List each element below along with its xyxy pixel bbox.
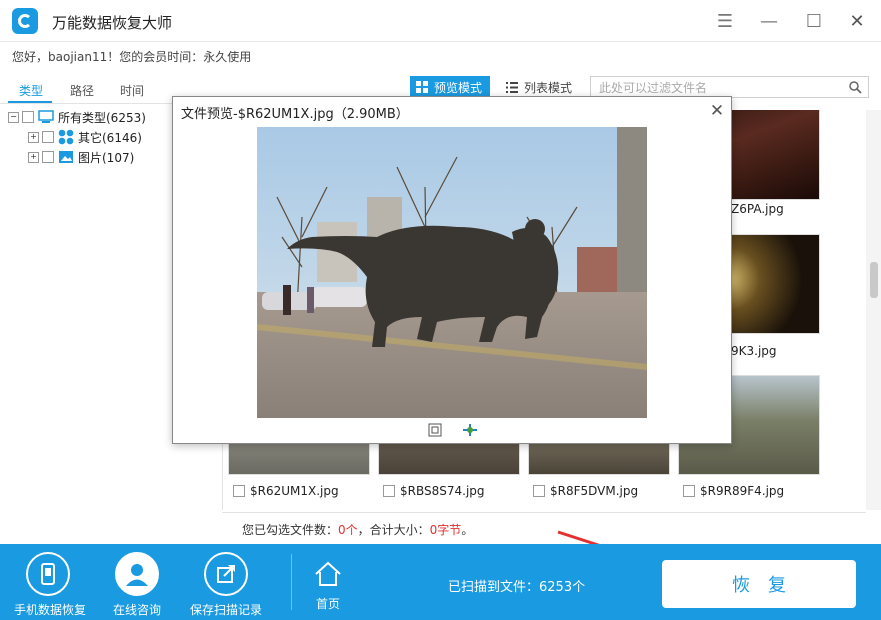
file-checkbox[interactable] [533,485,545,497]
maximize-button[interactable]: ☐ [803,10,825,32]
file-checkbox[interactable] [683,485,695,497]
list-mode-label: 列表模式 [524,80,573,95]
expand-icon[interactable]: + [28,151,39,163]
actual-size-icon[interactable] [462,423,478,437]
tab-path[interactable]: 路径 [70,82,94,99]
computer-icon [38,110,54,123]
selection-status: 您已勾选文件数：0个，合计大小：0字节。 [242,521,473,538]
app-title: 万能数据恢复大师 [52,14,173,32]
file-checkbox[interactable] [383,485,395,497]
tree-item-label: 所有类型(6253) [58,110,146,125]
expand-icon[interactable]: + [28,131,39,143]
status-text: 您已勾选文件数： [242,523,339,537]
file-name: $R8F5DVM.jpg [550,484,639,498]
preview-image [257,127,647,418]
divider [291,554,292,610]
tree-checkbox[interactable] [22,111,34,123]
file-name: 9K3.jpg [731,344,777,358]
file-item[interactable]: $RBS8S74.jpg [383,484,485,498]
consult-label[interactable]: 在线咨询 [113,601,161,618]
menu-icon[interactable]: ☰ [714,10,736,32]
selected-size: 0字节 [429,523,462,537]
tab-time[interactable]: 时间 [120,82,144,99]
scan-count: 已扫描到文件：6253个 [448,580,586,595]
search-icon[interactable] [849,81,862,94]
selected-count: 0个 [338,523,358,537]
file-name: $R62UM1X.jpg [250,484,339,498]
consult-icon[interactable] [115,552,159,596]
file-item[interactable]: $R8F5DVM.jpg [533,484,638,498]
list-icon [506,81,518,93]
recover-button[interactable]: 恢复 [662,560,856,608]
scrollbar-thumb[interactable] [870,262,878,298]
file-checkbox[interactable] [233,485,245,497]
home-icon[interactable] [313,560,343,588]
list-mode-button[interactable]: 列表模式 [500,76,580,98]
file-item[interactable]: $R62UM1X.jpg [233,484,339,498]
tab-type[interactable]: 类型 [19,82,43,99]
phone-recover-label[interactable]: 手机数据恢复 [14,601,86,618]
type-tree: − 所有类型(6253) + 其它(6146) + 图片(107) [8,107,146,167]
tree-checkbox[interactable] [42,131,54,143]
grid-icon [416,81,428,93]
tree-item-pictures[interactable]: + 图片(107) [8,147,146,167]
status-text: ，合计大小： [357,523,430,537]
tree-item-all[interactable]: − 所有类型(6253) [8,107,146,127]
preview-dialog: 文件预览-$R62UM1X.jpg（2.90MB） ✕ [172,96,732,444]
search-box [590,76,869,99]
fit-screen-icon[interactable] [428,423,442,437]
picture-icon [59,151,73,163]
app-logo-icon [12,8,38,34]
file-name: Z6PA.jpg [731,202,784,216]
bottom-bar: 手机数据恢复 在线咨询 保存扫描记录 首页 已扫描到文件：6253个 恢复 [0,544,881,620]
save-record-icon[interactable] [204,552,248,596]
file-name: $R9R89F4.jpg [700,484,785,498]
collapse-icon[interactable]: − [8,111,19,123]
save-scan-label[interactable]: 保存扫描记录 [190,601,262,618]
divider [222,512,866,513]
scrollbar[interactable] [866,110,881,510]
welcome-text: 您好，baojian11！您的会员时间：永久使用 [12,50,252,64]
tree-checkbox[interactable] [42,151,54,163]
dialog-close-button[interactable]: ✕ [707,101,727,121]
tab-underline [8,101,52,103]
dialog-title: 文件预览-$R62UM1X.jpg（2.90MB） [181,107,409,122]
tree-item-other[interactable]: + 其它(6146) [8,127,146,147]
tree-item-label: 其它(6146) [78,130,142,145]
preview-mode-label: 预览模式 [434,80,483,95]
title-bar: 万能数据恢复大师 ☰ — ☐ ✕ [0,0,881,42]
apps-icon [58,129,74,145]
status-text: 。 [461,523,474,537]
minimize-button[interactable]: — [758,10,780,32]
file-name: $RBS8S74.jpg [400,484,485,498]
close-button[interactable]: ✕ [846,10,868,32]
phone-icon[interactable] [26,552,70,596]
file-item[interactable]: $R9R89F4.jpg [683,484,784,498]
tree-item-label: 图片(107) [78,150,135,165]
preview-mode-button[interactable]: 预览模式 [410,76,490,98]
home-label[interactable]: 首页 [316,595,340,612]
